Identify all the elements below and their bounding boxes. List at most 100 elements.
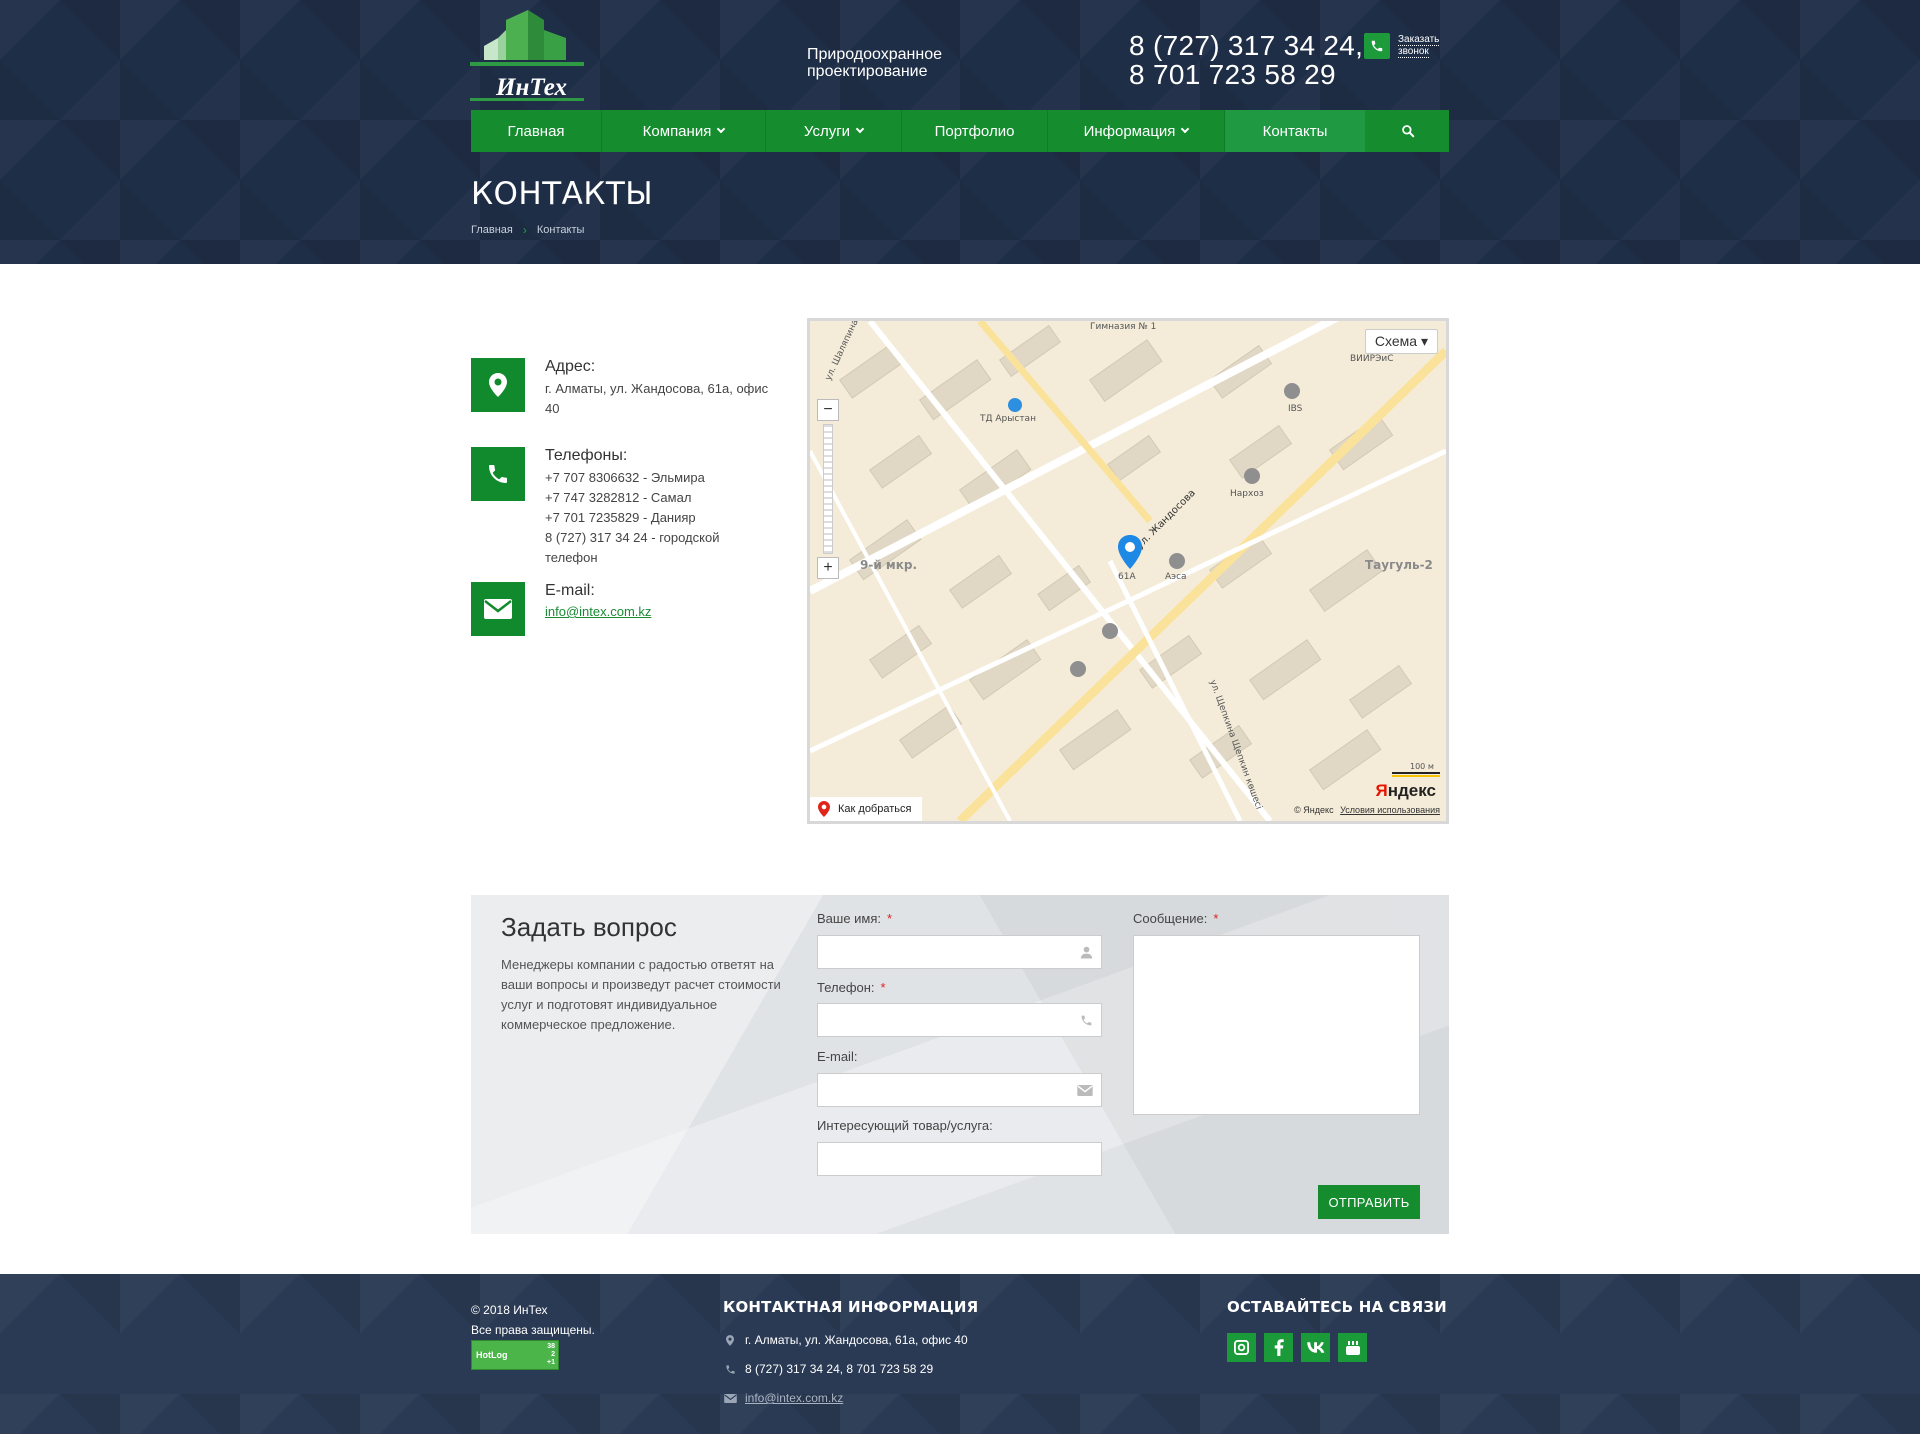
submit-button[interactable]: ОТПРАВИТЬ [1318, 1185, 1420, 1219]
hotlog-counter[interactable]: HotLog 38 2 +1 [471, 1340, 559, 1370]
nav-label: Контакты [1262, 122, 1328, 140]
callback-button[interactable] [1364, 33, 1390, 59]
name-label-text: Ваше имя: [817, 911, 882, 926]
hotlog-label: HotLog [476, 1350, 508, 1360]
phone-2[interactable]: 8 701 723 58 29 [1129, 60, 1363, 89]
nav-label: Портфолио [934, 122, 1015, 140]
map-copyright-text: © Яндекс [1294, 805, 1334, 815]
chevron-down-icon [855, 124, 865, 134]
phone-icon [471, 447, 525, 501]
map-route-button[interactable]: Как добраться [810, 797, 922, 821]
vk-icon[interactable] [1301, 1333, 1330, 1362]
required-mark: * [880, 980, 886, 995]
address-value: г. Алматы, ул. Жандосова, 61а, офис 40 [545, 381, 769, 416]
callback-link[interactable]: Заказать звонок [1398, 34, 1458, 58]
phone-label-text: Телефон: [817, 980, 875, 995]
callback-label-2: звонок [1398, 46, 1429, 58]
address-title: Адрес: [545, 358, 596, 375]
yandex-map[interactable]: ул. Жандосова 9-й мкр. Таугуль-2 ТД Арыс… [807, 318, 1449, 824]
footer-phones: 8 (727) 317 34 24, 8 701 723 58 29 [723, 1362, 933, 1376]
question-form: Задать вопрос Менеджеры компании с радос… [471, 895, 1449, 1234]
nav-item-portfolio[interactable]: Портфолио [902, 110, 1048, 152]
nav-item-services[interactable]: Услуги [766, 110, 902, 152]
nav-item-info[interactable]: Информация [1048, 110, 1225, 152]
logo-text[interactable]: ИнТех [496, 74, 567, 102]
youtube-icon[interactable] [1338, 1333, 1367, 1362]
form-description: Менеджеры компании с радостью ответят на… [501, 957, 781, 1032]
name-input[interactable] [817, 935, 1102, 969]
message-label: Сообщение: * [1133, 911, 1218, 926]
contact-phones: Телефоны: +7 707 8306632 - Эльмира +7 74… [471, 447, 775, 568]
nav-item-contacts[interactable]: Контакты [1225, 110, 1366, 152]
phone-icon [1371, 40, 1383, 52]
yandex-logo-rest: ндекс [1387, 781, 1436, 800]
yandex-logo[interactable]: Яндекс [1376, 781, 1436, 801]
contact-email: E-mail: info@intex.com.kz [471, 582, 775, 636]
footer-address-text: г. Алматы, ул. Жандосова, 61а, офис 40 [745, 1333, 968, 1347]
zoom-in-button[interactable]: + [817, 557, 839, 579]
nav-item-company[interactable]: Компания [602, 110, 766, 152]
email-label: E-mail: [817, 1049, 858, 1064]
footer-copyright: © 2018 ИнТех Все права защищены. [471, 1300, 595, 1340]
required-mark: * [887, 911, 893, 926]
instagram-icon[interactable] [1227, 1333, 1256, 1362]
envelope-icon [471, 582, 525, 636]
email-input[interactable] [817, 1073, 1102, 1107]
svg-text:Гимназия № 1: Гимназия № 1 [1090, 322, 1156, 332]
phone-line: +7 707 8306632 - Эльмира [545, 470, 705, 485]
main-nav: Главная Компания Услуги Портфолио Информ… [471, 110, 1449, 152]
email-title: E-mail: [545, 582, 595, 599]
social-links [1227, 1333, 1367, 1362]
footer-email-link[interactable]: info@intex.com.kz [745, 1391, 843, 1405]
zoom-out-button[interactable]: − [817, 399, 839, 421]
svg-text:ВИИРЭиС: ВИИРЭиС [1350, 354, 1393, 364]
facebook-icon[interactable] [1264, 1333, 1293, 1362]
svg-text:Таугуль-2: Таугуль-2 [1365, 558, 1433, 572]
envelope-icon [723, 1393, 737, 1403]
nav-label: Услуги [803, 122, 851, 140]
hotlog-num: 2 [551, 1351, 555, 1358]
user-icon [1080, 946, 1093, 959]
callback-label-1: Заказать [1398, 34, 1440, 46]
phone-input[interactable] [817, 1003, 1102, 1037]
map-layer-select[interactable]: Схема ▾ [1364, 329, 1438, 354]
breadcrumb-home[interactable]: Главная [471, 224, 513, 236]
product-input[interactable] [817, 1142, 1102, 1176]
site-footer: © 2018 ИнТех Все права защищены. HotLog … [0, 1274, 1920, 1434]
caret-down-icon: ▾ [1420, 333, 1428, 349]
footer-phones-text: 8 (727) 317 34 24, 8 701 723 58 29 [745, 1362, 934, 1376]
map-layer-label: Схема [1374, 333, 1418, 349]
zoom-slider[interactable] [823, 424, 833, 554]
copyright-text: © 2018 ИнТех [471, 1303, 548, 1317]
rights-text: Все права защищены. [471, 1323, 595, 1337]
contact-address: Адрес: г. Алматы, ул. Жандосова, 61а, оф… [471, 358, 775, 419]
footer-contact-title: КОНТАКТНАЯ ИНФОРМАЦИЯ [723, 1298, 979, 1316]
message-label-text: Сообщение: [1133, 911, 1208, 926]
zoom-control[interactable]: − + [817, 399, 839, 579]
search-button[interactable] [1366, 110, 1449, 152]
chevron-right-icon: › [522, 223, 527, 237]
message-textarea[interactable] [1133, 935, 1420, 1115]
search-icon [1401, 125, 1414, 138]
map-pin-icon [723, 1334, 737, 1346]
phone-line: +7 747 3282812 - Самал [545, 490, 692, 505]
map-route-label: Как добраться [838, 803, 912, 815]
map-copyright: © Яндекс Условия использования [1294, 805, 1440, 815]
nav-label: Информация [1083, 122, 1176, 140]
email-link[interactable]: info@intex.com.kz [545, 604, 651, 619]
hotlog-num: 38 [547, 1343, 555, 1350]
phone-icon [723, 1364, 737, 1375]
chevron-down-icon [717, 124, 726, 134]
nav-label: Главная [507, 122, 565, 140]
map-terms-link[interactable]: Условия использования [1340, 805, 1440, 815]
phones-title: Телефоны: [545, 447, 628, 464]
tagline: Природоохранное проектирование [807, 46, 942, 80]
envelope-icon [1077, 1084, 1093, 1096]
page-title: КОНТАКТЫ [471, 176, 654, 212]
phone-1[interactable]: 8 (727) 317 34 24, [1129, 31, 1363, 60]
nav-item-home[interactable]: Главная [471, 110, 602, 152]
breadcrumb-current: Контакты [536, 224, 585, 236]
phone-label: Телефон: * [817, 980, 886, 995]
svg-text:Аэса: Аэса [1165, 572, 1187, 582]
map-canvas[interactable]: ул. Жандосова 9-й мкр. Таугуль-2 ТД Арыс… [810, 321, 1446, 821]
